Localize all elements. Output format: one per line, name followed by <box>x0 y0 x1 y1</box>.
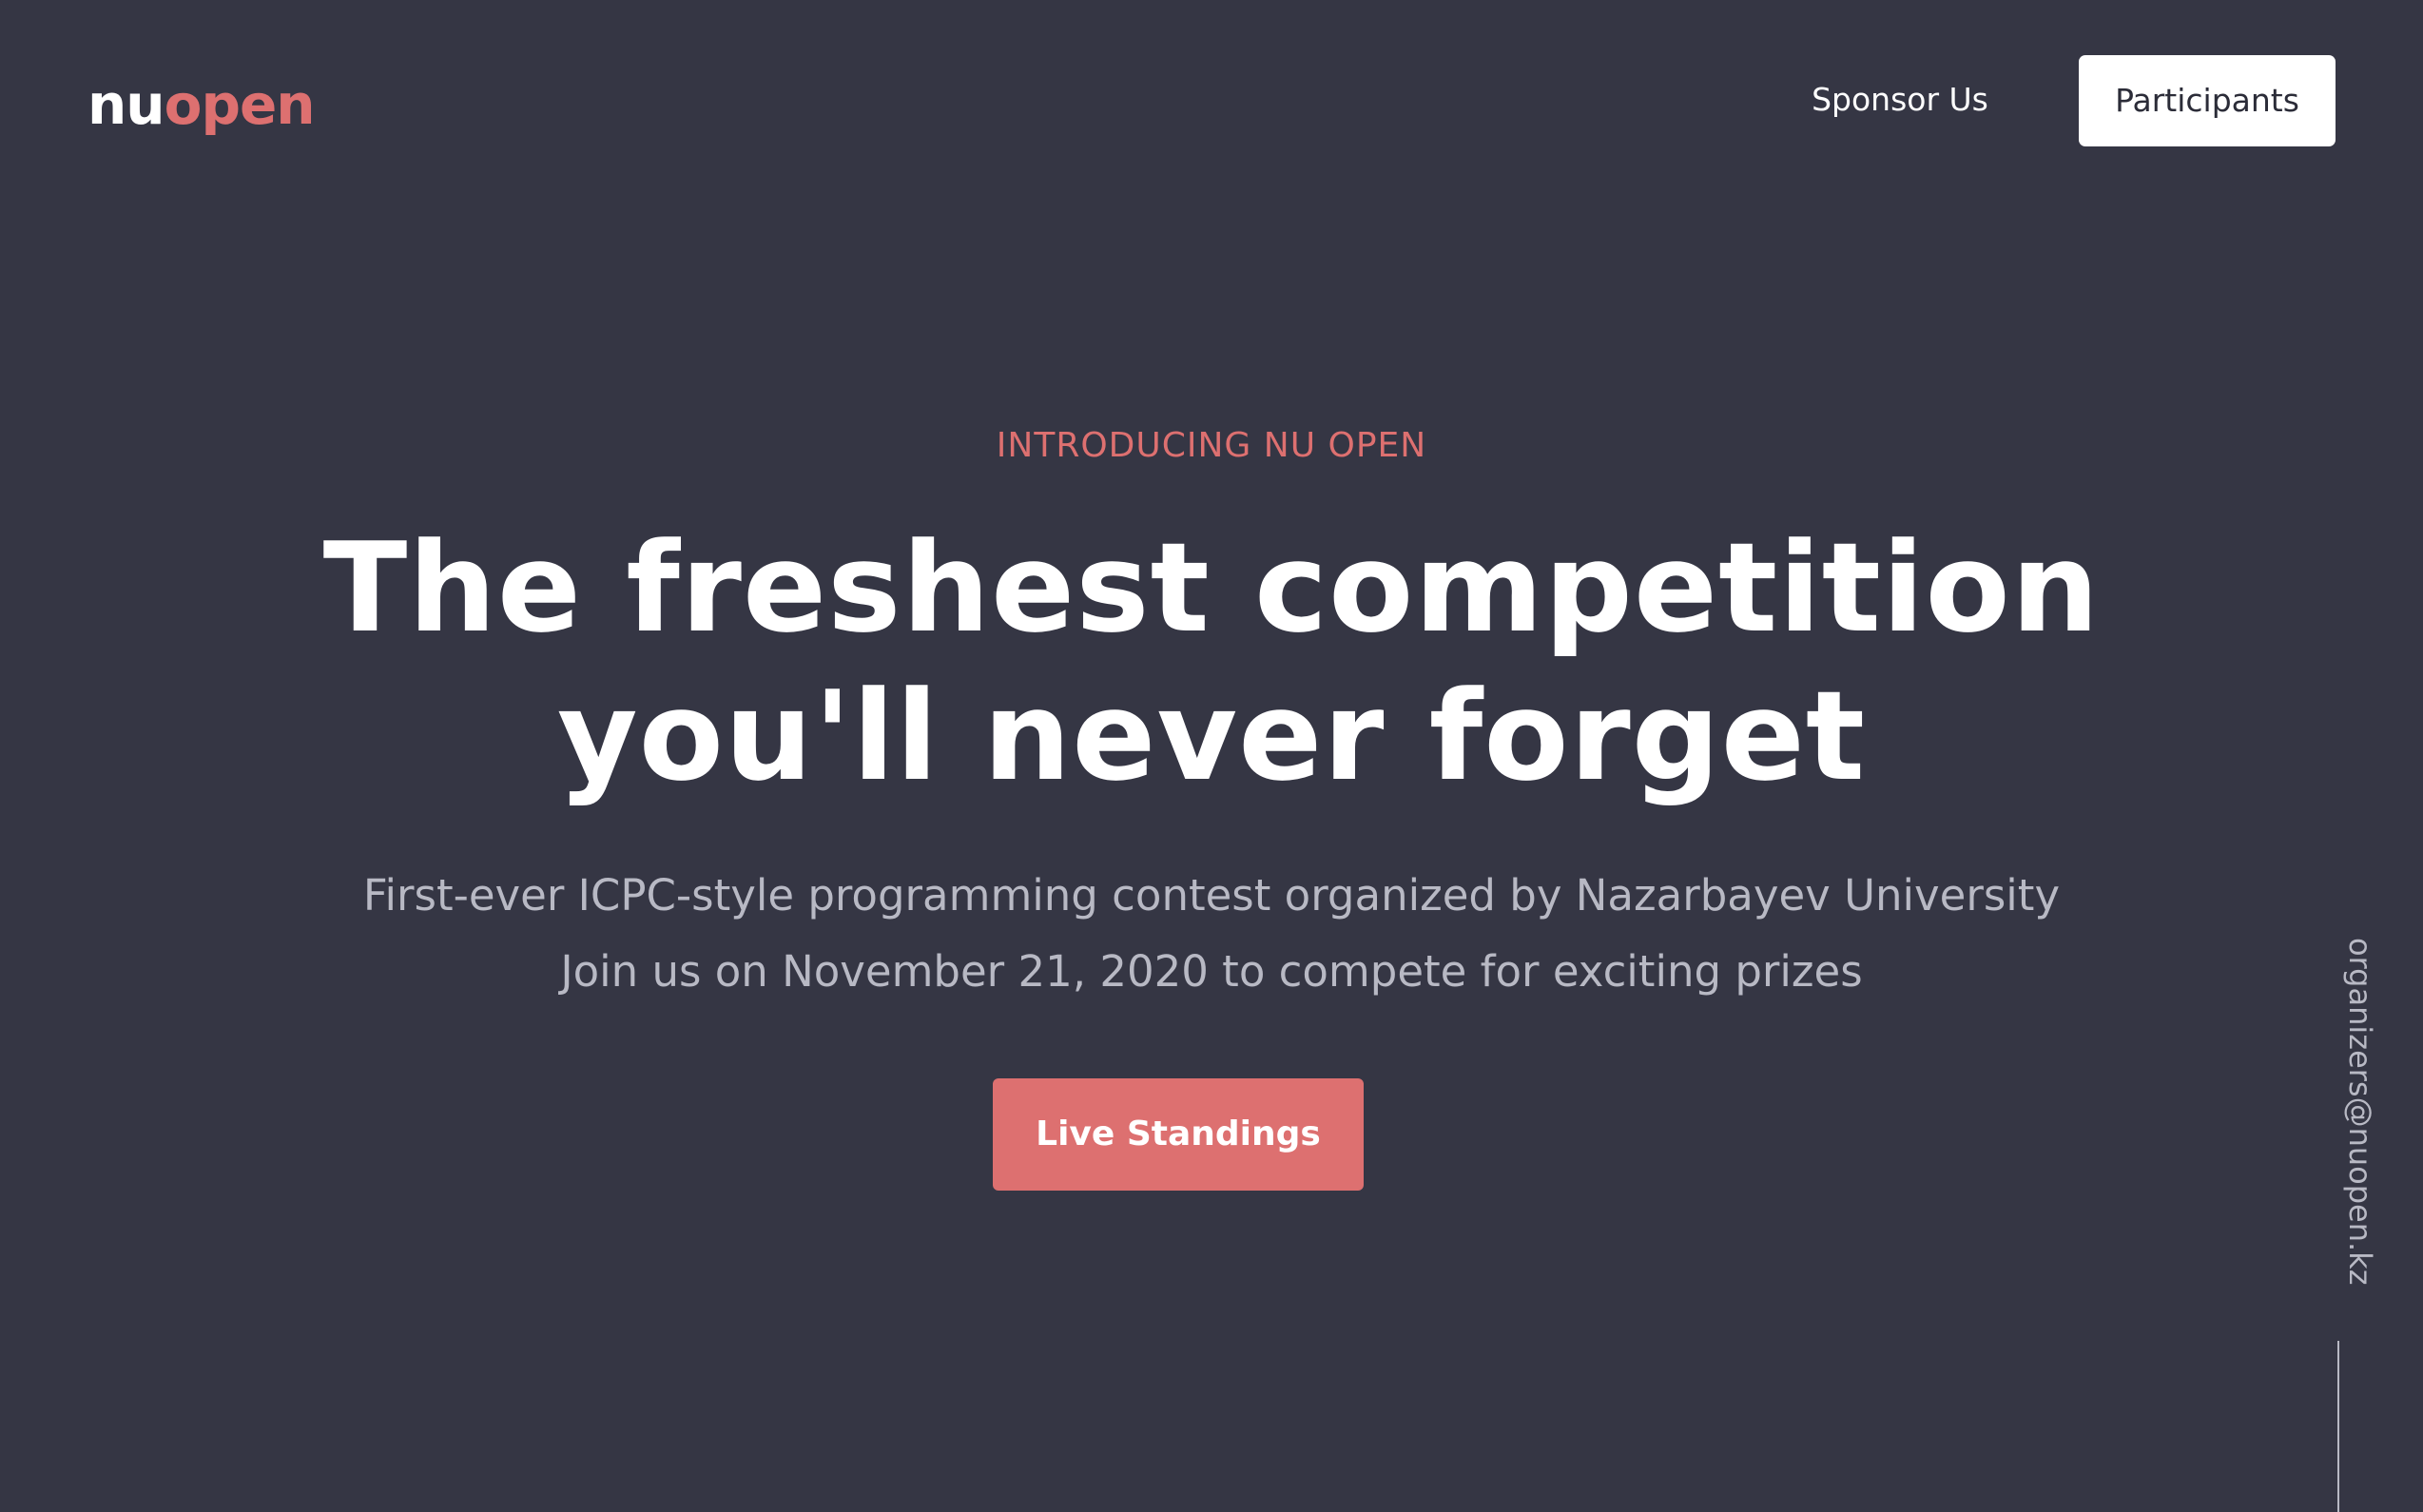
contact-email-link[interactable]: organizers@nuopen.kz <box>2341 938 2379 1289</box>
hero-eyebrow: INTRODUCING NU OPEN <box>996 426 1427 465</box>
hero-subtitle-line-1: First-ever ICPC-style programming contes… <box>362 870 2061 921</box>
live-standings-button[interactable]: Live Standings <box>993 1078 1364 1191</box>
hero-headline: The freshest competition you'll never fo… <box>0 514 2423 810</box>
page: nuopen Sponsor Us Participants INTRODUCI… <box>0 0 2423 1512</box>
headline-line-2: you'll never forget <box>556 664 1867 808</box>
participants-button[interactable]: Participants <box>2079 55 2336 146</box>
logo[interactable]: nuopen <box>87 67 316 143</box>
logo-open: open <box>164 72 316 137</box>
sponsor-us-link[interactable]: Sponsor Us <box>1757 78 2043 122</box>
headline-line-1: The freshest competition <box>322 515 2101 660</box>
hero-subtitle-line-2: Join us on November 21, 2020 to compete … <box>560 946 1863 997</box>
email-divider-line <box>2337 1341 2339 1512</box>
logo-nu: nu <box>87 72 165 137</box>
